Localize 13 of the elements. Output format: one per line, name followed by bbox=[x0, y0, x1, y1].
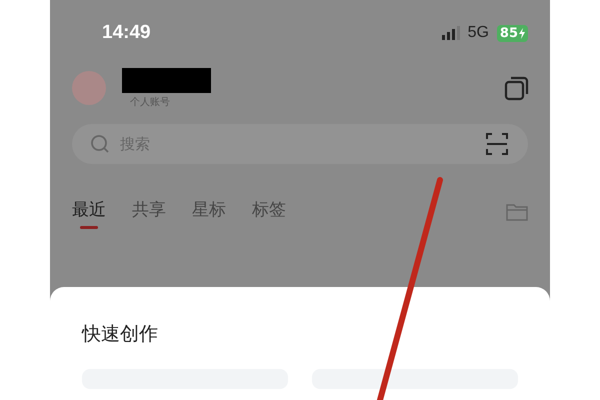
scan-icon[interactable] bbox=[486, 133, 508, 155]
tab[interactable]: 标签 bbox=[252, 198, 286, 226]
tab[interactable]: 共享 bbox=[132, 198, 166, 226]
battery-indicator: 85 bbox=[496, 24, 528, 42]
sheet-title: 快速创作 bbox=[82, 322, 159, 347]
status-time: 14:49 bbox=[102, 22, 151, 44]
tab[interactable]: 最近 bbox=[72, 198, 106, 226]
network-label: 5G bbox=[468, 24, 489, 42]
search-icon bbox=[90, 134, 110, 154]
copy-icon[interactable] bbox=[504, 75, 530, 101]
signal-icon bbox=[442, 26, 462, 40]
option-card[interactable] bbox=[312, 369, 518, 389]
tab[interactable]: 星标 bbox=[192, 198, 226, 226]
